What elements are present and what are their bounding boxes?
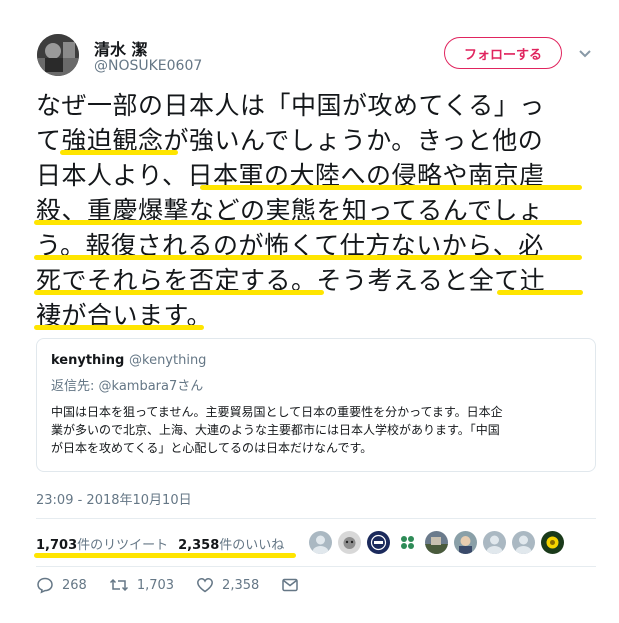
reply-to-handle[interactable]: @kambara7さん — [99, 379, 204, 394]
reply-icon — [36, 576, 54, 594]
liker-avatar[interactable] — [309, 531, 332, 554]
liker-avatar[interactable] — [512, 531, 535, 554]
highlight-mark — [497, 290, 583, 295]
liker-avatar[interactable] — [338, 531, 361, 554]
retweet-stats[interactable]: 1,703件のリツイート — [36, 534, 168, 553]
quoted-text-line: 中国は日本を狙ってません。主要貿易国として日本の重要性を分かってます。日本企 — [51, 405, 503, 419]
quoted-text: 中国は日本を狙ってません。主要貿易国として日本の重要性を分かってます。日本企 業… — [51, 403, 583, 457]
author-name[interactable]: 清水 潔 — [94, 36, 148, 60]
highlight-mark — [34, 290, 324, 295]
envelope-icon — [281, 576, 299, 594]
liker-avatar[interactable] — [541, 531, 564, 554]
follow-button[interactable]: フォローする — [444, 37, 562, 69]
engagement-stats: 1,703件のリツイート 2,358件のいいね — [36, 534, 284, 553]
quoted-text-line: 業が多いので北京、上海、大連のような主要都市には日本人学校があります。「中国 — [51, 423, 500, 437]
liker-avatar[interactable] — [425, 531, 448, 554]
tweet-actions: 268 1,703 2,358 — [36, 576, 321, 594]
retweet-button[interactable]: 1,703 — [109, 576, 174, 594]
reply-button[interactable]: 268 — [36, 576, 87, 594]
reply-count: 268 — [62, 577, 87, 593]
like-count: 2,358 — [222, 577, 260, 593]
quoted-tweet[interactable]: kenything @kenything 返信先: @kambara7さん 中国… — [36, 338, 596, 472]
highlight-mark — [34, 255, 582, 260]
retweet-stat-label: 件のリツイート — [77, 538, 169, 553]
tweet-text: なぜ一部の日本人は「中国が攻めてくる」っ て強迫観念が強いんでしょうか。きっと他… — [36, 88, 596, 333]
divider — [36, 566, 596, 567]
reply-prefix: 返信先: — [51, 379, 95, 394]
like-button[interactable]: 2,358 — [196, 576, 259, 594]
author-avatar[interactable] — [37, 34, 79, 76]
highlight-mark — [200, 185, 582, 190]
tweet-line: なぜ一部の日本人は「中国が攻めてくる」っ — [36, 91, 545, 120]
liker-avatar[interactable] — [454, 531, 477, 554]
author-handle[interactable]: @NOSUKE0607 — [94, 58, 202, 74]
quoted-author-name: kenything — [51, 353, 125, 368]
highlight-mark — [60, 150, 178, 155]
highlight-mark — [34, 325, 204, 330]
like-stat-label: 件のいいね — [219, 538, 285, 553]
highlight-mark — [34, 553, 296, 558]
message-button[interactable] — [281, 576, 299, 594]
quoted-text-line: が日本を攻めてくる」と心配してるのは日本だけなんです。 — [51, 441, 373, 455]
retweet-count: 1,703 — [136, 577, 175, 593]
quoted-reply-to: 返信先: @kambara7さん — [51, 375, 203, 394]
quoted-author-handle: @kenything — [129, 353, 207, 368]
retweet-icon — [109, 576, 129, 594]
liker-avatar[interactable] — [367, 531, 390, 554]
retweet-stat-count: 1,703 — [36, 538, 78, 553]
liker-avatars — [309, 531, 564, 554]
liker-avatar[interactable] — [396, 531, 419, 554]
highlight-mark — [34, 220, 582, 225]
heart-icon — [196, 576, 214, 594]
like-stats[interactable]: 2,358件のいいね — [178, 534, 284, 553]
chevron-down-icon[interactable] — [578, 46, 592, 60]
like-stat-count: 2,358 — [178, 538, 220, 553]
tweet-timestamp[interactable]: 23:09 - 2018年10月10日 — [36, 489, 192, 508]
liker-avatar[interactable] — [483, 531, 506, 554]
divider — [36, 518, 596, 519]
